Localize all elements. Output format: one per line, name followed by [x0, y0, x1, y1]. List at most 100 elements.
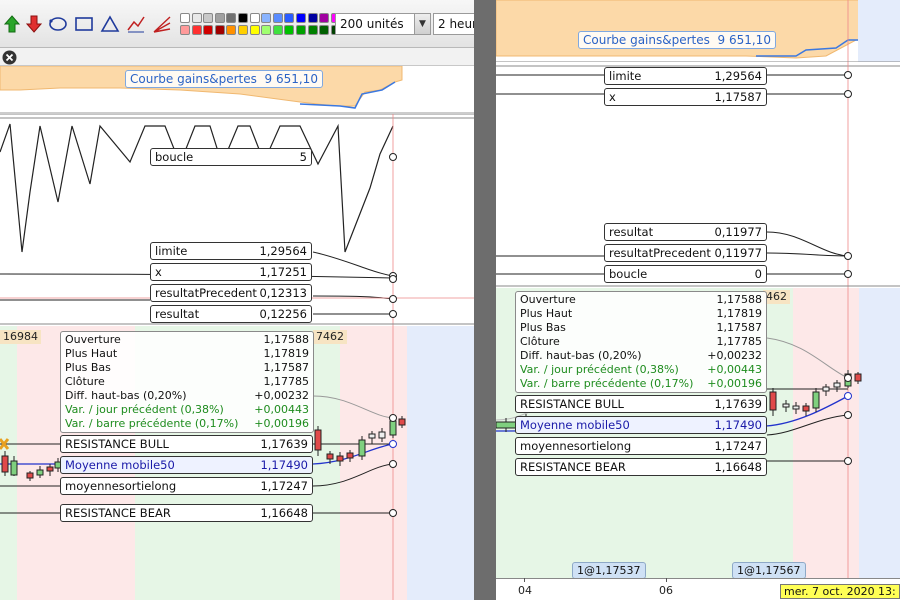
- color-swatch[interactable]: [180, 25, 190, 35]
- ohlc-value: 1,17588: [263, 333, 310, 346]
- indicator-boucle: boucle 5: [150, 148, 312, 166]
- trendline-icon[interactable]: [126, 14, 146, 34]
- color-swatch[interactable]: [226, 13, 237, 23]
- ohlc-value: 1,17587: [263, 361, 310, 374]
- ohlc-row: Var. / barre précédente (0,17%) +0,00196: [520, 377, 762, 391]
- ohlc-label: Ouverture: [520, 293, 576, 306]
- ohlc-row: Plus Bas 1,17587: [520, 321, 762, 335]
- indicator-name: limite: [609, 69, 642, 83]
- ohlc-value: 1,17588: [716, 293, 763, 306]
- window-divider[interactable]: [474, 0, 496, 600]
- sell-arrow-icon[interactable]: [24, 14, 44, 34]
- indicator-x: x 1,17251: [150, 263, 312, 281]
- units-select-value: 200 unités: [340, 17, 404, 31]
- rectangle-icon[interactable]: [74, 14, 94, 34]
- ohlc-label: Var. / barre précédente (0,17%): [65, 417, 239, 430]
- ohlc-label: Plus Haut: [520, 307, 573, 320]
- indicator-value: 1,29564: [714, 69, 762, 83]
- level-value: 1,17490: [714, 418, 762, 432]
- ohlc-row: Var. / barre précédente (0,17%) +0,00196: [65, 417, 309, 431]
- color-swatch[interactable]: [284, 13, 295, 23]
- color-swatch[interactable]: [272, 25, 283, 35]
- ohlc-value: +0,00232: [707, 349, 762, 362]
- pnl-label-name: Courbe gains&pertes: [583, 33, 710, 47]
- color-swatch[interactable]: [319, 25, 330, 35]
- color-swatch[interactable]: [296, 25, 306, 35]
- color-swatch[interactable]: [296, 13, 306, 23]
- color-swatch[interactable]: [226, 25, 237, 35]
- pnl-label: Courbe gains&pertes 9 651,10: [578, 31, 776, 49]
- level-moyennesortielong: moyennesortielong 1,17247: [60, 477, 313, 495]
- color-swatch[interactable]: [272, 13, 283, 23]
- ohlc-row: Ouverture 1,17588: [520, 293, 762, 307]
- color-swatch[interactable]: [180, 13, 190, 23]
- indicator-name: x: [155, 265, 162, 279]
- indicator-value: 1,29564: [259, 244, 307, 258]
- color-swatch[interactable]: [191, 13, 202, 23]
- color-swatch[interactable]: [261, 13, 272, 23]
- right-chart-window: Courbe gains&pertes 9 651,10 limite 1,29…: [496, 0, 900, 600]
- color-swatch[interactable]: [191, 25, 202, 35]
- level-name: RESISTANCE BEAR: [520, 460, 626, 474]
- ohlc-label: Var. / jour précédent (0,38%): [520, 363, 679, 376]
- level-moyennesortielong: moyennesortielong 1,17247: [515, 437, 767, 455]
- ohlc-label: Plus Bas: [65, 361, 111, 374]
- indicator-name: resultatPrecedent: [609, 246, 711, 260]
- indicator-value: 1,17587: [714, 90, 762, 104]
- x-axis-tick-label: 04: [518, 584, 532, 597]
- color-swatch[interactable]: [203, 13, 214, 23]
- ohlc-value: +0,00443: [707, 363, 762, 376]
- trade-marker[interactable]: 1@1,17537: [572, 562, 646, 579]
- color-swatch[interactable]: [249, 25, 260, 35]
- indicator-value: 0: [754, 267, 762, 281]
- color-swatch[interactable]: [238, 13, 248, 23]
- color-swatch[interactable]: [203, 25, 214, 35]
- ohlc-value: 1,17819: [716, 307, 763, 320]
- color-swatch[interactable]: [249, 13, 260, 23]
- color-swatch[interactable]: [307, 13, 318, 23]
- color-swatch[interactable]: [214, 25, 225, 35]
- color-swatch[interactable]: [284, 25, 295, 35]
- pnl-label-name: Courbe gains&pertes: [130, 72, 257, 86]
- fan-icon[interactable]: [152, 14, 172, 34]
- color-swatch[interactable]: [307, 25, 318, 35]
- ohlc-row: Plus Bas 1,17587: [65, 361, 309, 375]
- triangle-icon[interactable]: [100, 14, 120, 34]
- ohlc-label: Plus Bas: [520, 321, 566, 334]
- chevron-down-icon[interactable]: ▼: [414, 14, 430, 34]
- close-icon[interactable]: [2, 50, 17, 65]
- units-select[interactable]: 200 unités ▼: [335, 13, 431, 35]
- ohlc-value: +0,00232: [254, 389, 309, 402]
- color-swatch[interactable]: [261, 25, 272, 35]
- indicator-name: resultatPrecedent: [155, 286, 257, 300]
- level-name: Moyenne mobile50: [65, 458, 175, 472]
- level-name: moyennesortielong: [520, 439, 632, 453]
- ohlc-label: Ouverture: [65, 333, 121, 346]
- ohlc-label: Var. / barre précédente (0,17%): [520, 377, 694, 390]
- indicator-limite: limite 1,29564: [150, 242, 312, 260]
- color-swatch[interactable]: [319, 13, 330, 23]
- color-swatch[interactable]: [238, 25, 248, 35]
- ohlc-label: Diff. haut-bas (0,20%): [65, 389, 187, 402]
- color-swatch[interactable]: [214, 13, 225, 23]
- level-value: 1,17639: [714, 397, 762, 411]
- left-chart-window: 200 unités ▼ 2 heur Courbe gains&pertes …: [0, 0, 474, 600]
- ohlc-value: 1,17785: [263, 375, 310, 388]
- pnl-label-value: 9 651,10: [264, 72, 318, 86]
- x-axis-tick: [666, 578, 667, 582]
- ohlc-value: 1,17587: [716, 321, 763, 334]
- trade-marker[interactable]: 1@1,17567: [732, 562, 806, 579]
- x-axis-tick: [524, 578, 525, 582]
- crosshair-date-label: mer. 7 oct. 2020 13:: [780, 584, 900, 599]
- lasso-icon[interactable]: [48, 14, 68, 34]
- ohlc-row: Plus Haut 1,17819: [520, 307, 762, 321]
- panel-header: [0, 48, 474, 66]
- indicator-value: 0,12313: [259, 286, 307, 300]
- period-select[interactable]: 2 heur: [433, 13, 474, 35]
- drawing-toolbar: 200 unités ▼ 2 heur: [0, 0, 474, 48]
- level-moyenne-mobile50: Moyenne mobile50 1,17490: [60, 456, 313, 474]
- indicator-value: 0,11977: [714, 225, 762, 239]
- buy-arrow-icon[interactable]: [2, 14, 22, 34]
- ohlc-row: Ouverture 1,17588: [65, 333, 309, 347]
- period-select-value: 2 heur: [438, 17, 474, 31]
